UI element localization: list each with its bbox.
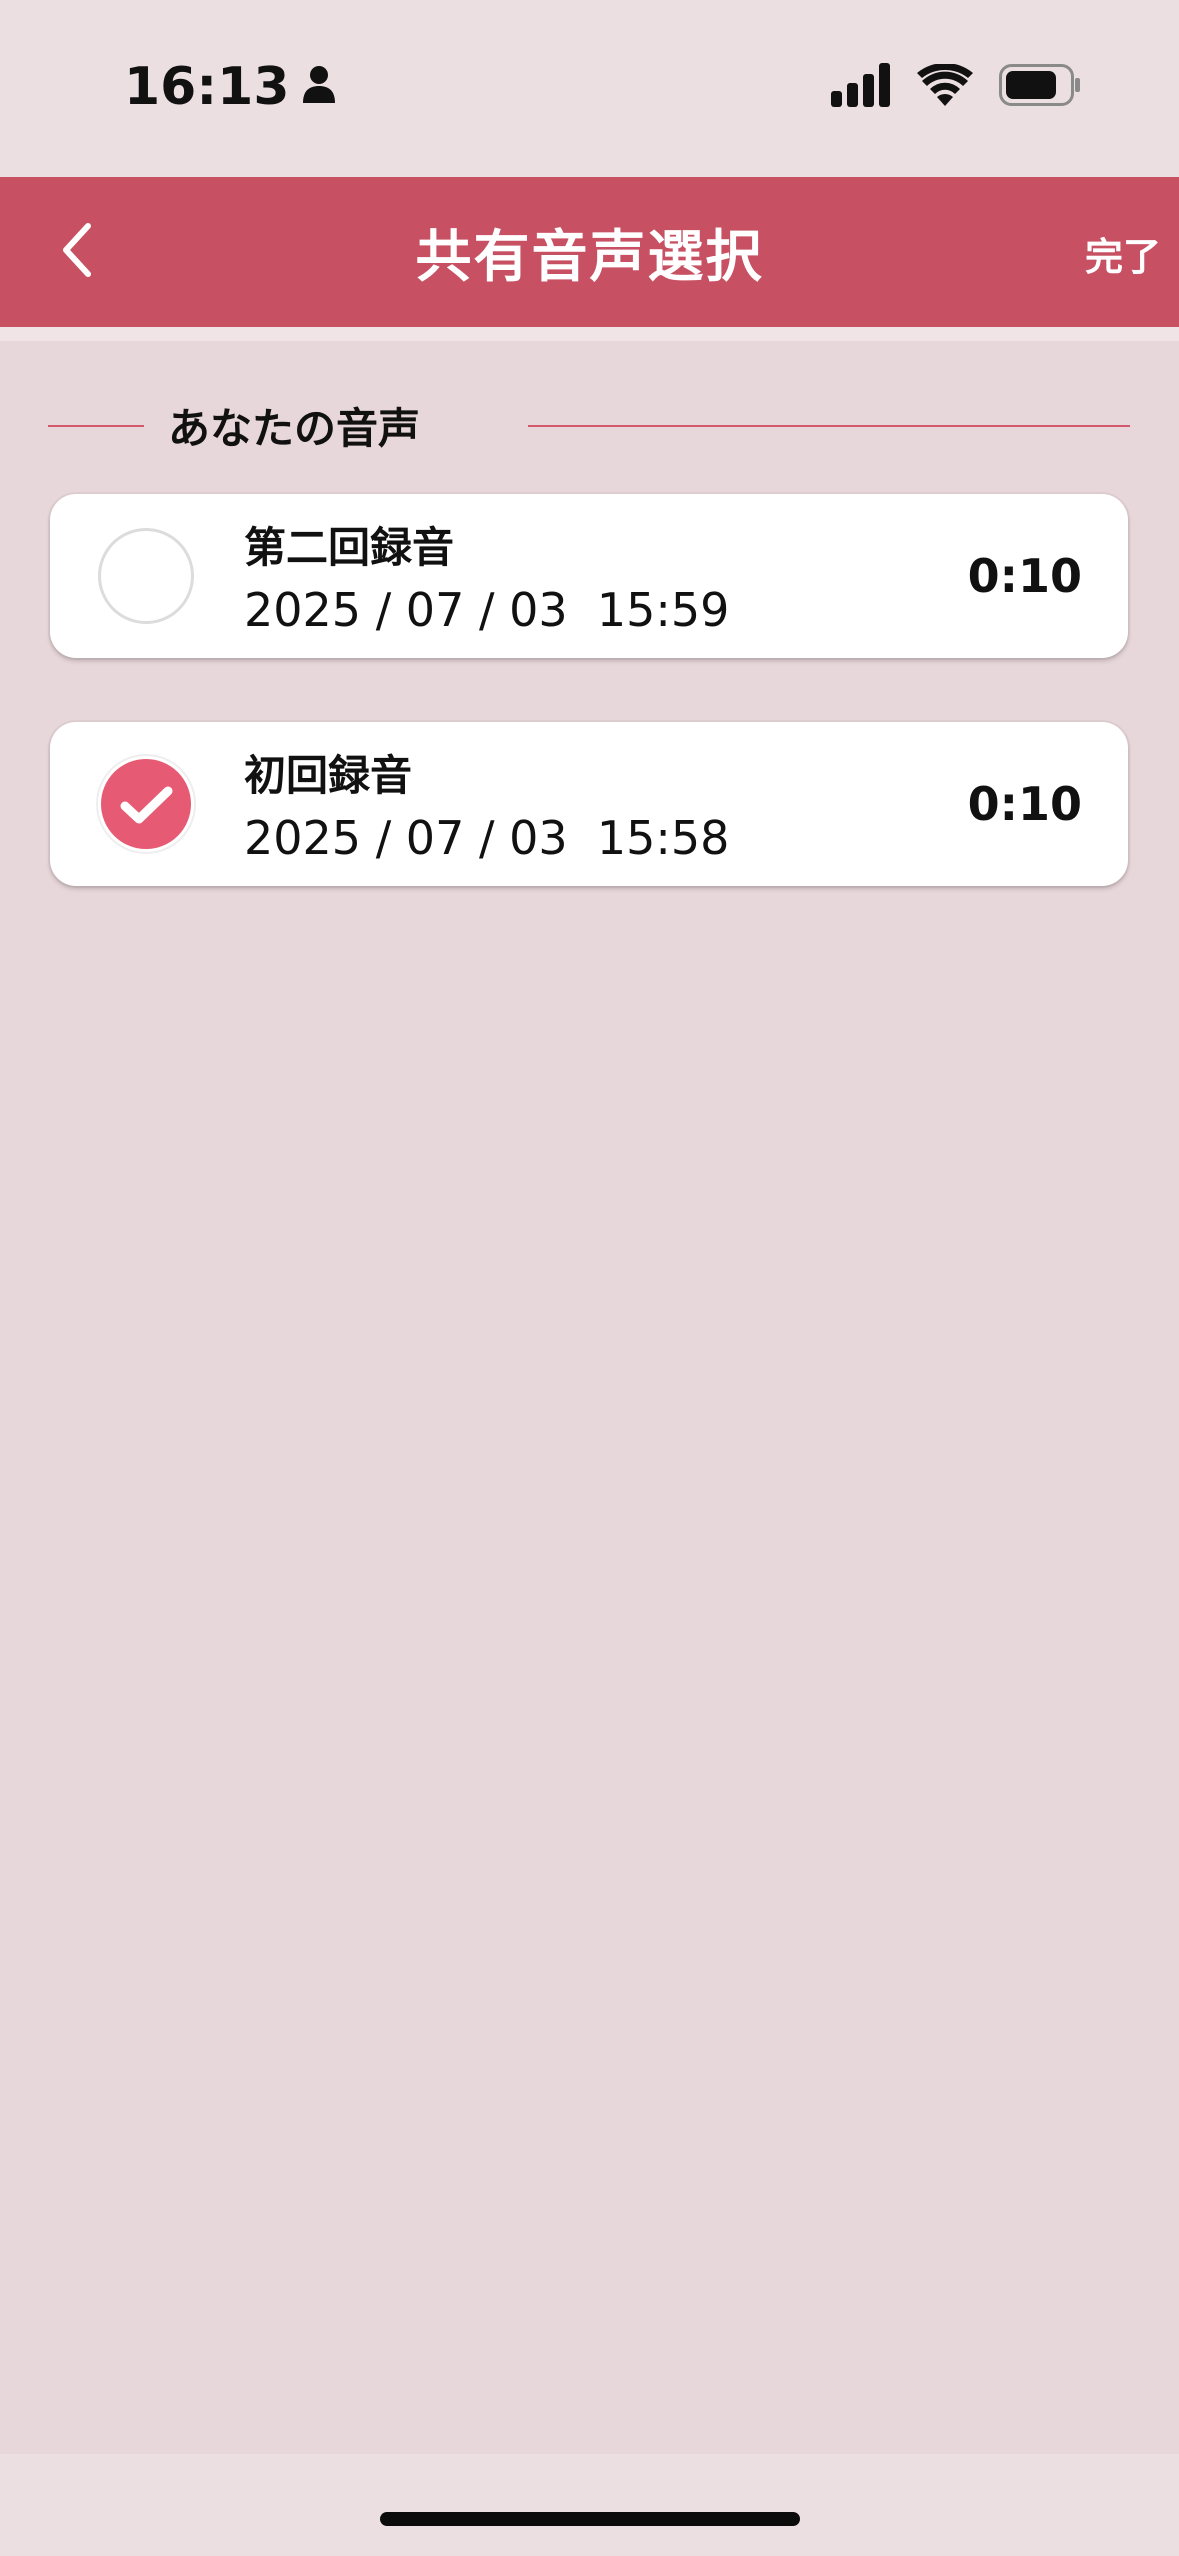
page-title: 共有音声選択 <box>415 224 764 290</box>
recording-item[interactable]: 初回録音 2025 / 07 / 03 15:58 0:10 <box>50 722 1128 886</box>
section-heading: あなたの音声 <box>48 388 1130 462</box>
chevron-left-icon <box>56 220 96 284</box>
recording-date: 2025 / 07 / 03 15:58 <box>244 811 730 865</box>
recording-duration: 0:10 <box>967 549 1082 603</box>
recording-duration: 0:10 <box>967 777 1082 831</box>
section-divider-right <box>528 425 1130 427</box>
recording-date: 2025 / 07 / 03 15:59 <box>244 583 730 637</box>
section-divider-left <box>48 425 144 427</box>
header-divider <box>0 327 1179 341</box>
recording-name: 第二回録音 <box>244 522 455 572</box>
battery-icon <box>999 64 1081 110</box>
bottom-safe-area <box>0 2454 1179 2556</box>
done-button[interactable]: 完了 <box>1085 220 1161 286</box>
status-time-group: 16:13 <box>124 52 336 122</box>
radio-checked-icon[interactable] <box>98 756 194 852</box>
status-time: 16:13 <box>124 57 290 117</box>
signal-icon <box>831 63 891 111</box>
wifi-icon <box>917 62 973 110</box>
status-icons <box>831 62 1081 112</box>
back-button[interactable] <box>46 215 106 289</box>
person-icon <box>302 57 336 117</box>
recording-item[interactable]: 第二回録音 2025 / 07 / 03 15:59 0:10 <box>50 494 1128 658</box>
radio-unselected-icon[interactable] <box>98 528 194 624</box>
section-title: あなたの音声 <box>168 403 421 453</box>
home-indicator[interactable] <box>380 2512 800 2526</box>
recording-name: 初回録音 <box>244 750 413 800</box>
